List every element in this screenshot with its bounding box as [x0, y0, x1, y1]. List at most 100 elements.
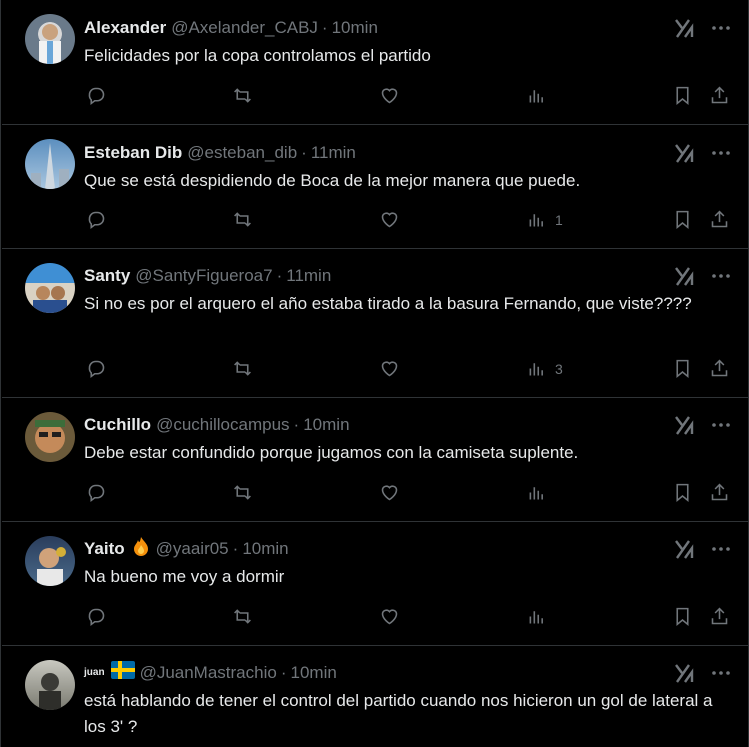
- tweet-text: Na bueno me voy a dormir: [84, 567, 285, 586]
- more-icon[interactable]: [711, 266, 731, 286]
- retweet-button[interactable]: [232, 482, 253, 503]
- share-button[interactable]: [709, 606, 730, 627]
- reply-tweet[interactable]: Yaito @yaair05 · 10min Na bueno me voy a…: [2, 522, 749, 646]
- views-button[interactable]: 3: [526, 358, 563, 379]
- author-name[interactable]: Santy: [84, 265, 130, 287]
- more-icon[interactable]: [711, 18, 731, 38]
- author-handle[interactable]: @JuanMastrachio: [140, 662, 277, 684]
- retweet-button[interactable]: [232, 85, 253, 106]
- like-icon: [381, 361, 398, 377]
- avatar[interactable]: [25, 660, 75, 710]
- bookmark-icon: [676, 607, 689, 627]
- reply-tweet[interactable]: Esteban Dib @esteban_dib · 11min Que se …: [2, 125, 749, 249]
- timestamp[interactable]: 11min: [311, 142, 356, 164]
- author-handle[interactable]: @SantyFigueroa7: [135, 265, 272, 287]
- reply-icon: [88, 484, 105, 502]
- like-icon: [381, 212, 398, 228]
- timestamp[interactable]: 10min: [242, 538, 288, 560]
- author-handle[interactable]: @esteban_dib: [187, 142, 297, 164]
- more-icon[interactable]: [711, 143, 731, 163]
- retweet-button[interactable]: [232, 209, 253, 230]
- reply-tweet[interactable]: Santy @SantyFigueroa7 · 11min Si no es p…: [2, 249, 749, 398]
- reply-icon: [88, 211, 105, 229]
- views-button[interactable]: [526, 482, 555, 503]
- timestamp[interactable]: 10min: [303, 414, 349, 436]
- like-button[interactable]: [379, 209, 400, 230]
- like-button[interactable]: [379, 606, 400, 627]
- avatar[interactable]: [25, 412, 75, 462]
- action-bar: 1: [2, 209, 749, 233]
- timestamp[interactable]: 10min: [291, 662, 337, 684]
- more-icon[interactable]: [711, 539, 731, 559]
- retweet-icon: [234, 361, 251, 376]
- like-button[interactable]: [379, 85, 400, 106]
- like-button[interactable]: [379, 358, 400, 379]
- separator-dot: ·: [232, 539, 239, 558]
- author-name[interactable]: Esteban Dib: [84, 142, 182, 164]
- grok-icon[interactable]: [673, 538, 695, 560]
- share-icon: [711, 210, 728, 228]
- views-button[interactable]: 1: [526, 209, 563, 230]
- reply-tweet[interactable]: Cuchillo @cuchillocampus · 10min Debe es…: [2, 398, 749, 522]
- share-icon: [711, 607, 728, 625]
- share-button[interactable]: [709, 209, 730, 230]
- separator-dot: ·: [276, 266, 283, 285]
- bookmark-icon: [676, 210, 689, 230]
- bookmark-button[interactable]: [672, 85, 693, 106]
- views-icon: [529, 611, 543, 624]
- separator-dot: ·: [301, 143, 307, 162]
- author-name[interactable]: juan: [84, 662, 105, 684]
- like-button[interactable]: [379, 482, 400, 503]
- reply-button[interactable]: [86, 85, 107, 106]
- avatar[interactable]: [25, 536, 75, 586]
- reply-button[interactable]: [86, 606, 107, 627]
- share-icon: [711, 483, 728, 501]
- timestamp[interactable]: 10min: [332, 17, 378, 39]
- author-handle[interactable]: @Axelander_CABJ: [171, 17, 318, 39]
- separator-dot: ·: [293, 415, 300, 434]
- share-button[interactable]: [709, 85, 730, 106]
- more-icon[interactable]: [711, 663, 731, 683]
- author-name[interactable]: Yaito: [84, 538, 125, 560]
- bookmark-button[interactable]: [672, 209, 693, 230]
- timestamp[interactable]: 11min: [286, 265, 331, 287]
- reply-button[interactable]: [86, 209, 107, 230]
- separator-dot: ·: [321, 18, 328, 37]
- grok-icon[interactable]: [673, 17, 695, 39]
- bookmark-button[interactable]: [672, 482, 693, 503]
- author-handle[interactable]: @yaair05: [156, 538, 229, 560]
- bookmark-icon: [676, 359, 689, 379]
- share-button[interactable]: [709, 358, 730, 379]
- bookmark-button[interactable]: [672, 358, 693, 379]
- reply-tweet[interactable]: Alexander @Axelander_CABJ · 10min Felici…: [2, 0, 749, 125]
- grok-icon[interactable]: [673, 662, 695, 684]
- retweet-button[interactable]: [232, 358, 253, 379]
- grok-icon[interactable]: [673, 265, 695, 287]
- avatar[interactable]: [25, 14, 75, 64]
- grok-icon[interactable]: [673, 142, 695, 164]
- reply-button[interactable]: [86, 482, 107, 503]
- reply-button[interactable]: [86, 358, 107, 379]
- avatar[interactable]: [25, 263, 75, 313]
- avatar[interactable]: [25, 139, 75, 189]
- share-button[interactable]: [709, 482, 730, 503]
- reply-thread: Alexander @Axelander_CABJ · 10min Felici…: [0, 0, 749, 747]
- tweet-text: Felicidades por la copa controlamos el p…: [84, 46, 431, 65]
- more-icon[interactable]: [711, 415, 731, 435]
- bookmark-button[interactable]: [672, 606, 693, 627]
- share-icon: [711, 86, 728, 104]
- views-icon: [529, 487, 543, 500]
- author-handle[interactable]: @cuchillocampus: [156, 414, 289, 436]
- action-bar: [2, 606, 749, 630]
- reply-tweet[interactable]: juan @JuanMastrachio · 10min está hablan…: [2, 646, 749, 747]
- views-count: 1: [555, 211, 563, 228]
- views-icon: [529, 363, 543, 376]
- grok-icon[interactable]: [673, 414, 695, 436]
- tweet-text: Que se está despidiendo de Boca de la me…: [84, 171, 581, 190]
- tweet-text: está hablando de tener el control del pa…: [84, 691, 713, 736]
- author-name[interactable]: Cuchillo: [84, 414, 151, 436]
- views-button[interactable]: [526, 85, 555, 106]
- views-button[interactable]: [526, 606, 555, 627]
- author-name[interactable]: Alexander: [84, 17, 166, 39]
- retweet-button[interactable]: [232, 606, 253, 627]
